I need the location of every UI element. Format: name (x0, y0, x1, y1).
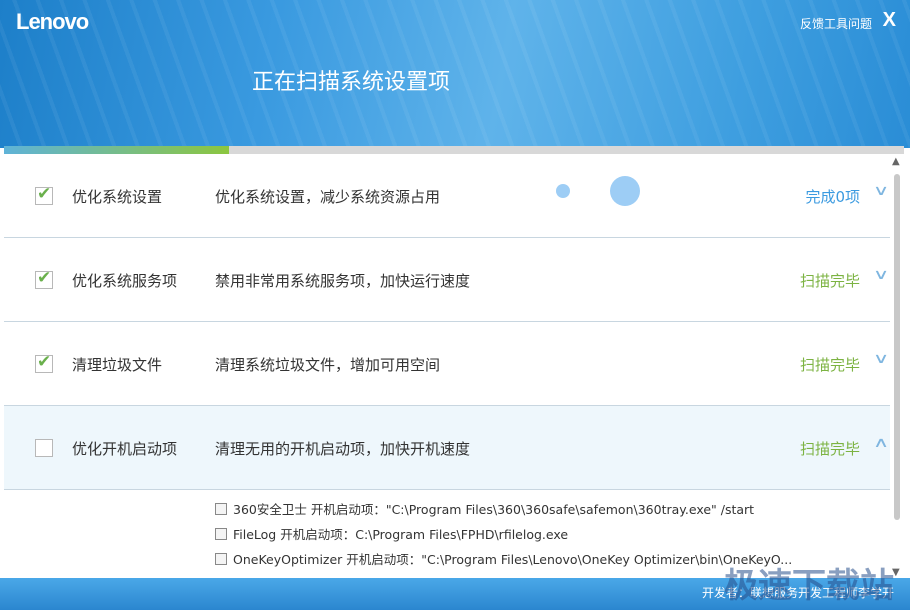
checkbox[interactable] (215, 552, 227, 565)
item-name: 优化开机启动项 (72, 440, 178, 458)
progress-fill (4, 146, 229, 154)
startup-item-label: 360安全卫士 开机启动项："C:\Program Files\360\360s… (233, 502, 755, 517)
startup-item-label: FileLog 开机启动项：C:\Program Files\FPHD\rfil… (233, 527, 569, 542)
item-status: 完成0项 (805, 188, 860, 206)
checkbox[interactable] (35, 184, 53, 205)
checkbox[interactable] (35, 439, 53, 457)
header: Lenovo 反馈工具问题 X 正在扫描系统设置项 (0, 0, 910, 148)
scrollbar-thumb[interactable] (894, 174, 900, 520)
item-desc: 清理系统垃圾文件，增加可用空间 (215, 356, 441, 374)
startup-item: FileLog 开机启动项：C:\Program Files\FPHD\rfil… (215, 521, 792, 546)
scrollbar[interactable]: ▲ ▼ (892, 156, 904, 578)
chevron-down-icon[interactable]: ∨ (873, 267, 889, 283)
item-desc: 禁用非常用系统服务项，加快运行速度 (215, 272, 471, 290)
scroll-up-icon[interactable]: ▲ (892, 156, 900, 167)
item-status: 扫描完毕 (799, 272, 860, 290)
item-desc: 清理无用的开机启动项，加快开机速度 (215, 440, 471, 458)
checkbox[interactable] (215, 502, 227, 515)
loading-dot (610, 176, 640, 206)
item-status: 扫描完毕 (799, 440, 860, 458)
lenovo-logo: Lenovo (16, 9, 89, 34)
startup-item-list: 360安全卫士 开机启动项："C:\Program Files\360\360s… (215, 496, 792, 571)
list-item: 清理垃圾文件 清理系统垃圾文件，增加可用空间 扫描完毕 ∨ (4, 322, 890, 406)
startup-item-label: OneKeyOptimizer 开机启动项："C:\Program Files\… (233, 552, 793, 567)
checkbox[interactable] (35, 268, 53, 289)
item-desc: 优化系统设置，减少系统资源占用 (215, 188, 441, 206)
chevron-down-icon[interactable]: ∨ (873, 183, 889, 199)
item-name: 优化系统服务项 (72, 272, 178, 290)
item-name: 清理垃圾文件 (72, 356, 163, 374)
loading-dot (556, 184, 570, 198)
item-list: 优化系统设置 优化系统设置，减少系统资源占用 完成0项 ∨ 优化系统服务项 禁用… (4, 154, 890, 490)
feedback-link[interactable]: 反馈工具问题 (800, 15, 872, 32)
page-title: 正在扫描系统设置项 (252, 70, 451, 95)
scan-progress-bar (4, 146, 904, 154)
checkbox[interactable] (35, 352, 53, 373)
checkbox[interactable] (215, 527, 227, 540)
list-item: 优化系统设置 优化系统设置，减少系统资源占用 完成0项 ∨ (4, 154, 890, 238)
startup-item: OneKeyOptimizer 开机启动项："C:\Program Files\… (215, 546, 792, 571)
close-icon[interactable]: X (883, 9, 896, 32)
chevron-up-icon[interactable]: ∧ (873, 435, 889, 451)
item-status: 扫描完毕 (799, 356, 860, 374)
watermark: 极速下载站 (724, 566, 894, 606)
list-item: 优化系统服务项 禁用非常用系统服务项，加快运行速度 扫描完毕 ∨ (4, 238, 890, 322)
list-item: 优化开机启动项 清理无用的开机启动项，加快开机速度 扫描完毕 ∧ (4, 406, 890, 490)
item-name: 优化系统设置 (72, 188, 163, 206)
chevron-down-icon[interactable]: ∨ (873, 351, 889, 367)
startup-item: 360安全卫士 开机启动项："C:\Program Files\360\360s… (215, 496, 792, 521)
